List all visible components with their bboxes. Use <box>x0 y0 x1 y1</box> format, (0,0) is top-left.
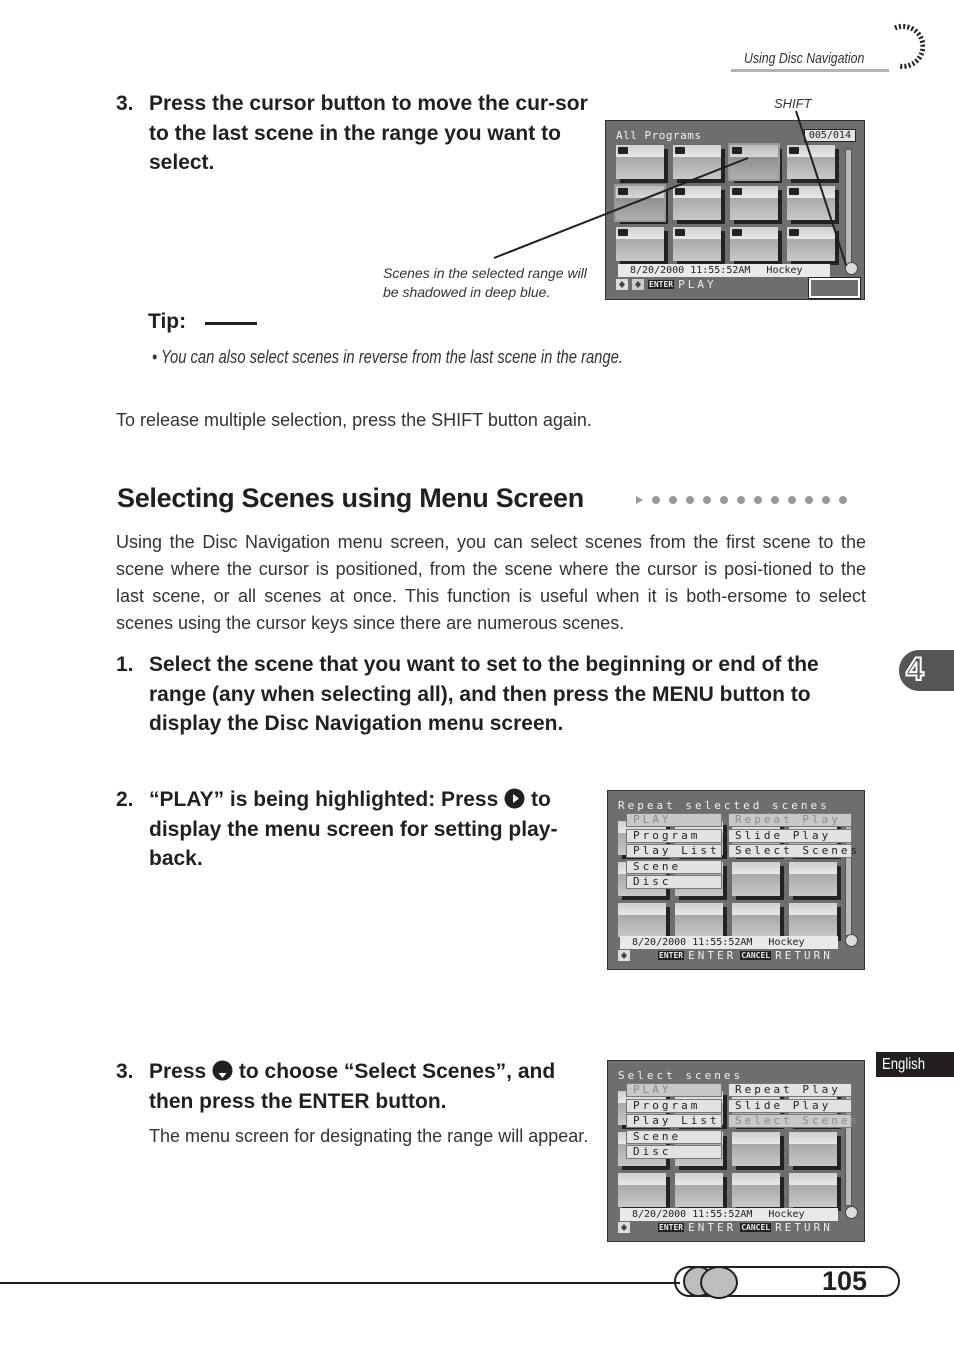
header-underline <box>731 69 889 72</box>
section-title: Selecting Scenes using Menu Screen <box>117 483 584 513</box>
menu-item-select-scenes[interactable]: Select Scenes <box>728 844 857 858</box>
cursor-pad-icon <box>616 279 628 290</box>
cursor-pad-icon <box>618 1222 630 1233</box>
menu-item-play[interactable]: PLAY <box>626 813 722 827</box>
shift-indicator <box>808 277 861 299</box>
menu-item-disc[interactable]: Disc <box>626 1145 722 1159</box>
enter-button-tag: ENTER <box>658 951 685 960</box>
action-label: PLAY <box>678 278 717 291</box>
right-menu: Repeat Play Slide Play Select Scenes <box>728 813 857 860</box>
range-callout-label: Scenes in the selected range will be sha… <box>383 265 587 300</box>
right-menu: Repeat Play Slide Play Select Scenes <box>728 1083 857 1130</box>
enter-button-tag: ENTER <box>648 280 675 289</box>
step-text-before: “PLAY” is being highlighted: Press <box>149 788 499 811</box>
chapter-tab: 4 <box>899 650 954 691</box>
step-1: 1. Select the scene that you want to set… <box>116 650 866 739</box>
screen-title: Select scenes <box>618 1069 744 1082</box>
scene-place: Hockey <box>768 937 805 948</box>
menu-button-icon <box>632 279 644 290</box>
cursor-pad-icon <box>618 950 630 961</box>
scene-info-bar: 8/20/2000 11:55:52AM Hockey <box>620 1208 838 1221</box>
return-label: RETURN <box>775 1221 833 1234</box>
right-cursor-button-icon <box>504 788 525 809</box>
enter-label: ENTER <box>688 949 737 962</box>
step-number: 3. <box>116 1060 134 1083</box>
screen-select-scenes: Select scenes PLAY Program Play List Sce… <box>607 1060 865 1242</box>
step-number: 3. <box>116 92 134 115</box>
control-bar: ENTER ENTER CANCEL RETURN <box>618 1221 833 1234</box>
tip-label: Tip: <box>148 310 187 333</box>
disc-icon <box>845 934 858 947</box>
step-2: 2. “PLAY” is being highlighted: Press to… <box>116 785 586 874</box>
page-number: 105 <box>822 1266 868 1296</box>
tip-rule <box>205 322 257 325</box>
scene-datetime: 8/20/2000 11:55:52AM <box>630 265 751 276</box>
return-label: RETURN <box>775 949 833 962</box>
menu-item-slide-play[interactable]: Slide Play <box>728 828 852 843</box>
menu-item-play-list[interactable]: Play List <box>626 1114 722 1128</box>
dotted-arc-icon <box>894 23 925 69</box>
step-text: Select the scene that you want to set to… <box>149 653 819 735</box>
running-header: Using Disc Navigation <box>744 50 865 67</box>
step-text-before: Press <box>149 1060 207 1083</box>
footer-circle-icon <box>700 1266 738 1299</box>
scene-info-bar: 8/20/2000 11:55:52AM Hockey <box>620 936 838 949</box>
step-3-note: The menu screen for designating the rang… <box>149 1126 589 1146</box>
chapter-number: 4 <box>905 650 925 688</box>
menu-item-play-list[interactable]: Play List <box>626 844 722 858</box>
scene-place: Hockey <box>766 265 803 276</box>
screen-repeat-selected: Repeat selected scenes PLAY Program Play… <box>607 790 865 970</box>
step-number: 2. <box>116 788 134 811</box>
step-number: 1. <box>116 653 134 676</box>
enter-button-tag: ENTER <box>658 1223 685 1232</box>
menu-item-play[interactable]: PLAY <box>626 1083 722 1097</box>
disc-icon <box>845 1206 858 1219</box>
tip-text: • You can also select scenes in reverse … <box>152 347 623 367</box>
step-3: 3. Press to choose “Select Scenes”, and … <box>116 1057 586 1116</box>
scene-datetime: 8/20/2000 11:55:52AM <box>632 937 753 948</box>
step-text-wrap: “PLAY” is being highlighted: Press to di… <box>149 785 586 874</box>
menu-item-program[interactable]: Program <box>626 1098 722 1113</box>
footer-rule <box>0 1282 680 1284</box>
step-text-after: to choose “Select Scenes”, and then pres… <box>149 1060 556 1113</box>
control-bar: ENTER ENTER CANCEL RETURN <box>618 949 833 962</box>
language-label: English <box>882 1056 926 1073</box>
scene-datetime: 8/20/2000 11:55:52AM <box>632 1209 753 1220</box>
screen-title: Repeat selected scenes <box>618 799 830 812</box>
menu-item-disc[interactable]: Disc <box>626 875 722 889</box>
language-tab: English <box>876 1052 954 1077</box>
scene-place: Hockey <box>768 1209 805 1220</box>
callout-lines <box>493 110 847 266</box>
section-title-dots <box>636 496 847 504</box>
scene-info-bar: 8/20/2000 11:55:52AM Hockey <box>618 264 830 277</box>
enter-label: ENTER <box>688 1221 737 1234</box>
section-intro: Using the Disc Navigation menu screen, y… <box>116 532 866 633</box>
range-callout-line <box>493 157 749 259</box>
menu-item-program[interactable]: Program <box>626 828 722 843</box>
menu-item-select-scenes[interactable]: Select Scenes <box>728 1114 857 1128</box>
cancel-button-tag: CANCEL <box>740 951 772 960</box>
menu-item-repeat-play[interactable]: Repeat Play <box>728 813 852 827</box>
cancel-button-tag: CANCEL <box>740 1223 772 1232</box>
menu-item-scene[interactable]: Scene <box>626 1129 722 1144</box>
down-cursor-button-icon <box>212 1060 233 1081</box>
left-menu: PLAY Program Play List Scene Disc <box>626 1083 722 1161</box>
control-bar: ENTER PLAY <box>616 278 717 291</box>
menu-item-slide-play[interactable]: Slide Play <box>728 1098 852 1113</box>
menu-item-scene[interactable]: Scene <box>626 859 722 874</box>
shift-callout-line <box>795 110 847 266</box>
step-text-wrap: Press to choose “Select Scenes”, and the… <box>149 1057 586 1116</box>
menu-item-repeat-play[interactable]: Repeat Play <box>728 1083 852 1097</box>
release-note: To release multiple selection, press the… <box>116 410 592 430</box>
left-menu: PLAY Program Play List Scene Disc <box>626 813 722 891</box>
